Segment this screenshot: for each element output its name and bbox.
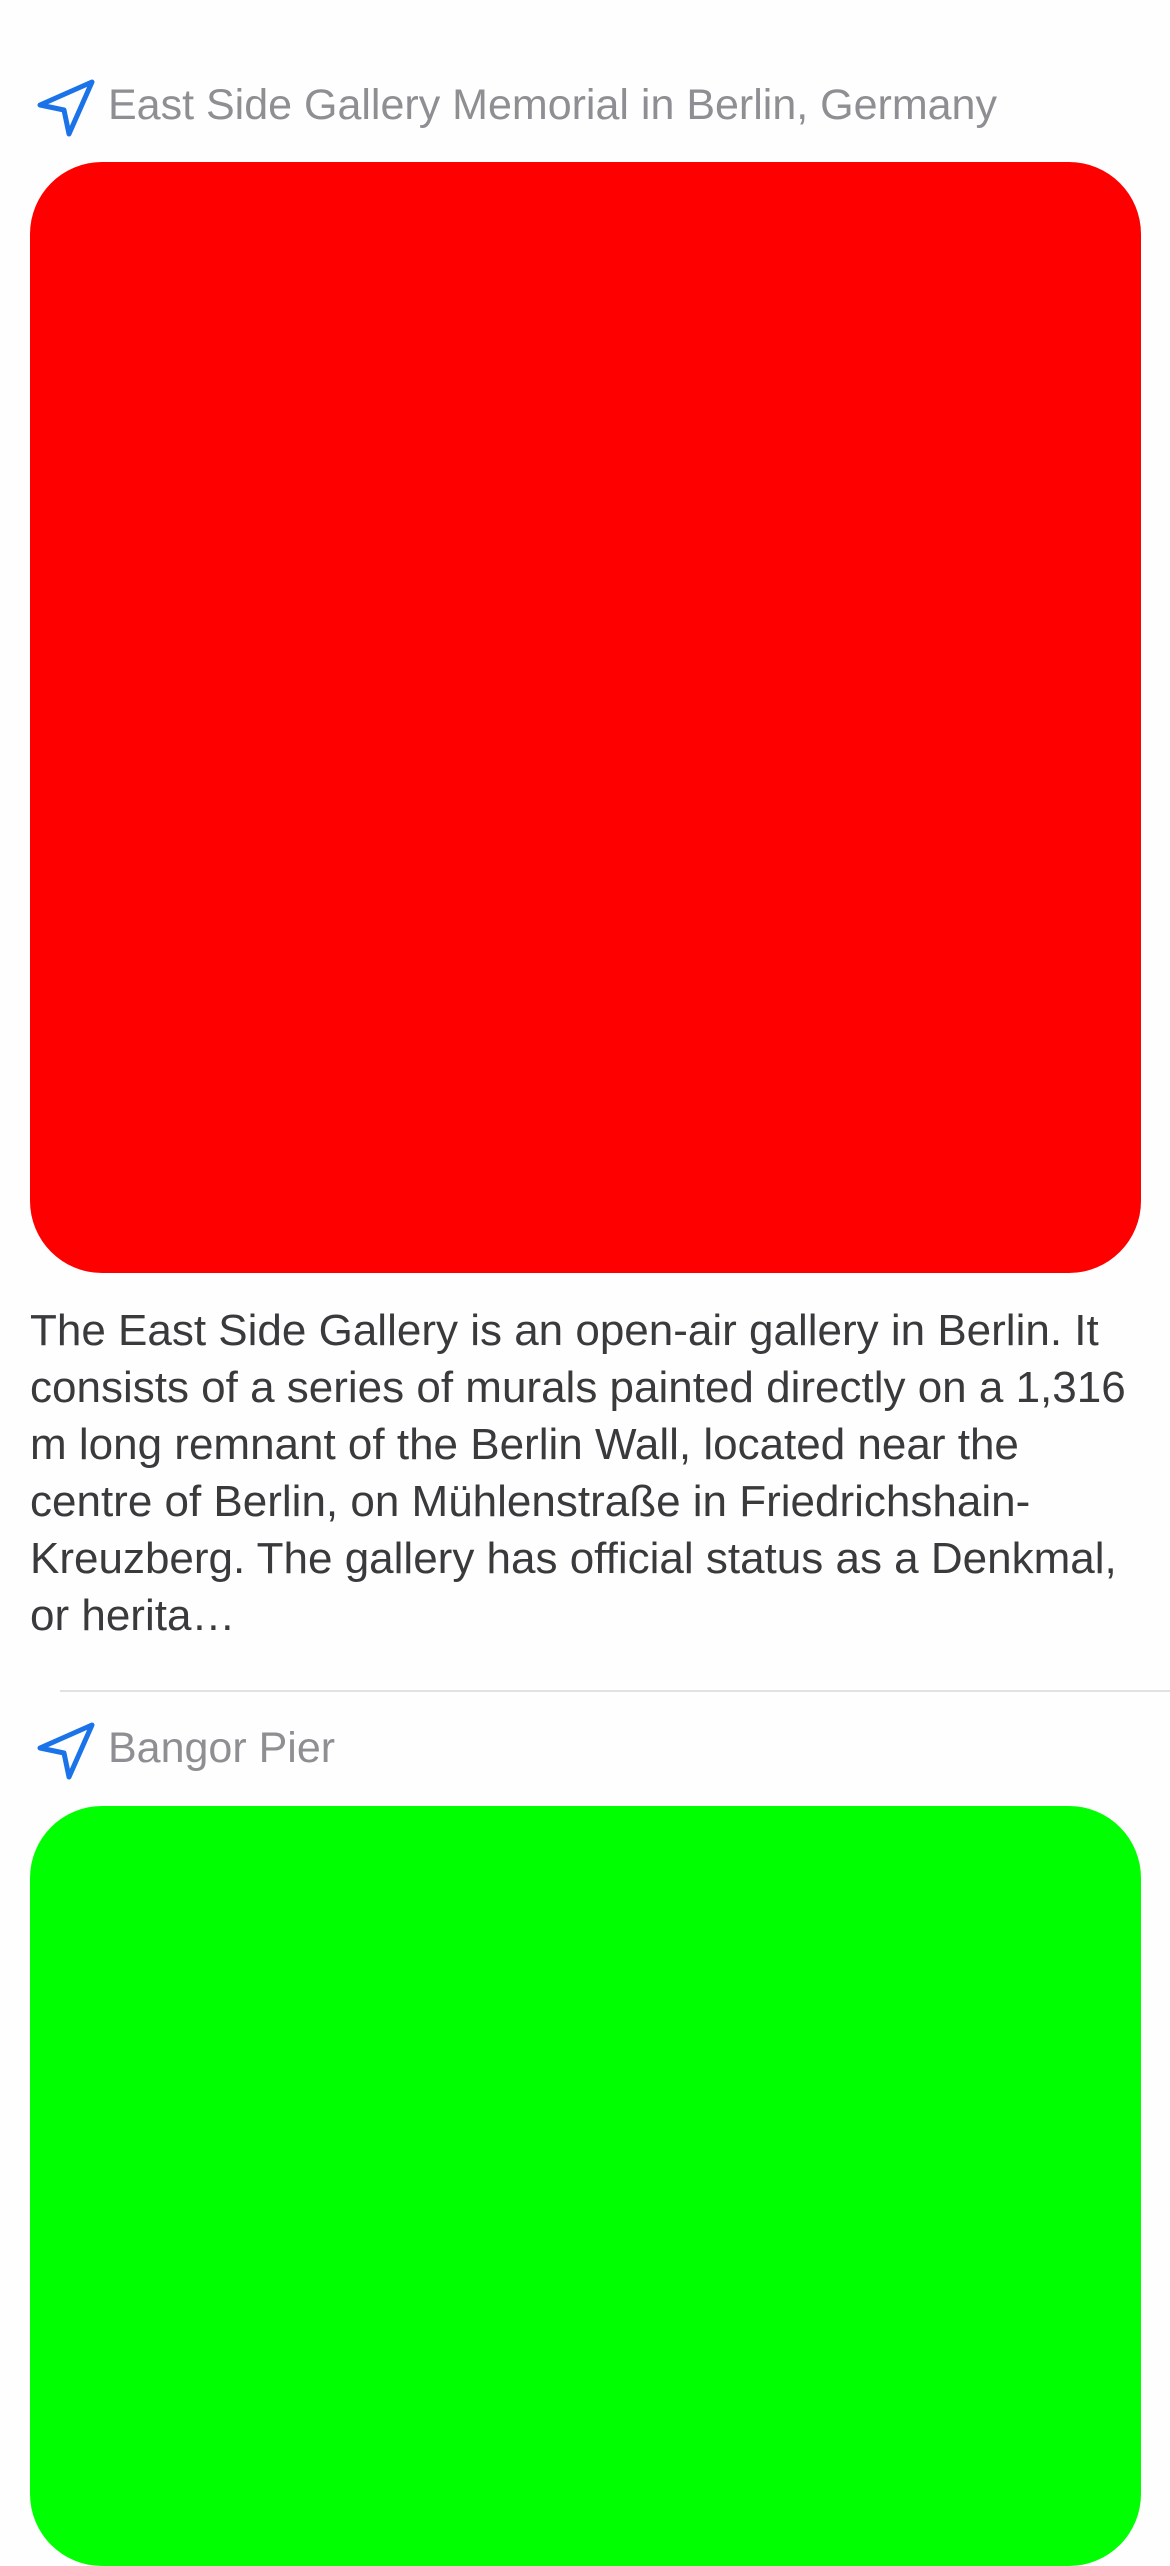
post-description: The East Side Gallery is an open-air gal… [30, 1306, 1126, 1640]
location-arrow-icon [34, 76, 98, 140]
location-label[interactable]: East Side Gallery Memorial in Berlin, Ge… [108, 79, 997, 131]
divider [60, 1690, 1170, 1692]
post-image[interactable] [30, 1806, 1141, 2566]
location-label[interactable]: Bangor Pier [108, 1722, 335, 1774]
location-arrow-icon [34, 1719, 98, 1783]
post-image[interactable] [30, 162, 1141, 1273]
